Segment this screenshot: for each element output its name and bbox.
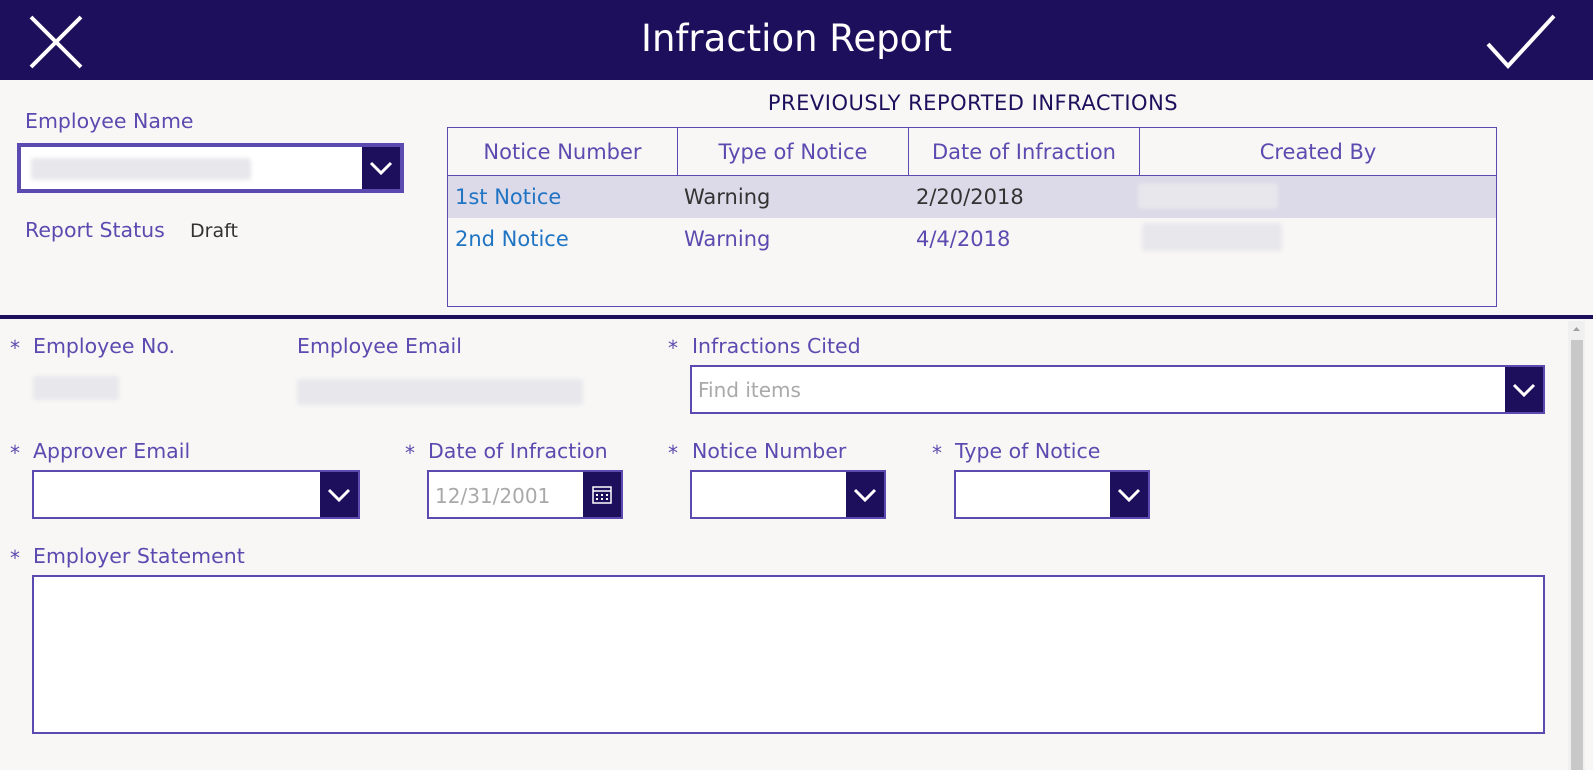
employer-statement-textarea[interactable]	[32, 575, 1545, 734]
required-marker: *	[10, 546, 20, 570]
employer-statement-label: Employer Statement	[33, 544, 245, 568]
column-header: Notice Number	[448, 128, 678, 176]
type-of-notice-label: Type of Notice	[955, 439, 1101, 463]
employee-email-label: Employee Email	[297, 334, 462, 358]
infractions-cited-combobox[interactable]: Find items	[690, 365, 1545, 414]
chevron-down-icon[interactable]	[362, 147, 400, 189]
required-marker: *	[10, 336, 20, 360]
title-bar: Infraction Report	[0, 0, 1593, 80]
employee-email-value	[297, 379, 583, 405]
employee-name-dropdown[interactable]	[17, 143, 404, 193]
date-placeholder: 12/31/2001	[435, 484, 551, 508]
employee-no-label: Employee No.	[33, 334, 176, 358]
required-marker: *	[10, 441, 20, 465]
notice-link[interactable]: 2nd Notice	[455, 226, 569, 252]
table-cell: Warning	[684, 227, 771, 251]
infractions-cited-label: Infractions Cited	[692, 334, 861, 358]
chevron-down-icon[interactable]	[846, 472, 884, 517]
infractions-cited-placeholder: Find items	[698, 378, 801, 402]
chevron-down-icon[interactable]	[320, 472, 358, 517]
notice-link[interactable]: 1st Notice	[455, 184, 561, 210]
required-marker: *	[405, 441, 415, 465]
created-by-value	[1138, 183, 1278, 209]
approver-email-label: Approver Email	[33, 439, 191, 463]
page-title: Infraction Report	[641, 17, 952, 60]
employee-no-value	[33, 376, 119, 400]
table-cell: 2/20/2018	[916, 185, 1024, 209]
employee-name-label: Employee Name	[25, 109, 194, 133]
type-of-notice-dropdown[interactable]	[954, 470, 1150, 519]
chevron-down-icon[interactable]	[1505, 367, 1543, 412]
section-divider	[0, 315, 1593, 319]
column-header: Created By	[1140, 128, 1496, 176]
required-marker: *	[932, 441, 942, 465]
date-of-infraction-picker[interactable]: 12/31/2001	[427, 470, 623, 519]
date-of-infraction-label: Date of Infraction	[428, 439, 608, 463]
calendar-icon[interactable]	[583, 472, 621, 517]
notice-number-label: Notice Number	[692, 439, 847, 463]
required-marker: *	[668, 441, 678, 465]
table-cell: 4/4/2018	[916, 227, 1011, 251]
checkmark-icon[interactable]	[1486, 14, 1556, 70]
table-cell: Warning	[684, 185, 771, 209]
approver-email-dropdown[interactable]	[32, 470, 360, 519]
previous-infractions-table: Notice Number Type of Notice Date of Inf…	[447, 127, 1497, 307]
employee-name-value	[31, 158, 251, 180]
scrollbar-thumb[interactable]	[1571, 340, 1583, 770]
column-header: Type of Notice	[678, 128, 909, 176]
notice-number-dropdown[interactable]	[690, 470, 886, 519]
created-by-value	[1142, 223, 1282, 251]
column-header: Date of Infraction	[909, 128, 1140, 176]
required-marker: *	[668, 336, 678, 360]
report-status-label: Report Status	[25, 218, 165, 242]
chevron-down-icon[interactable]	[1110, 472, 1148, 517]
previous-infractions-title: PREVIOUSLY REPORTED INFRACTIONS	[767, 91, 1179, 115]
report-status-value: Draft	[190, 220, 238, 242]
